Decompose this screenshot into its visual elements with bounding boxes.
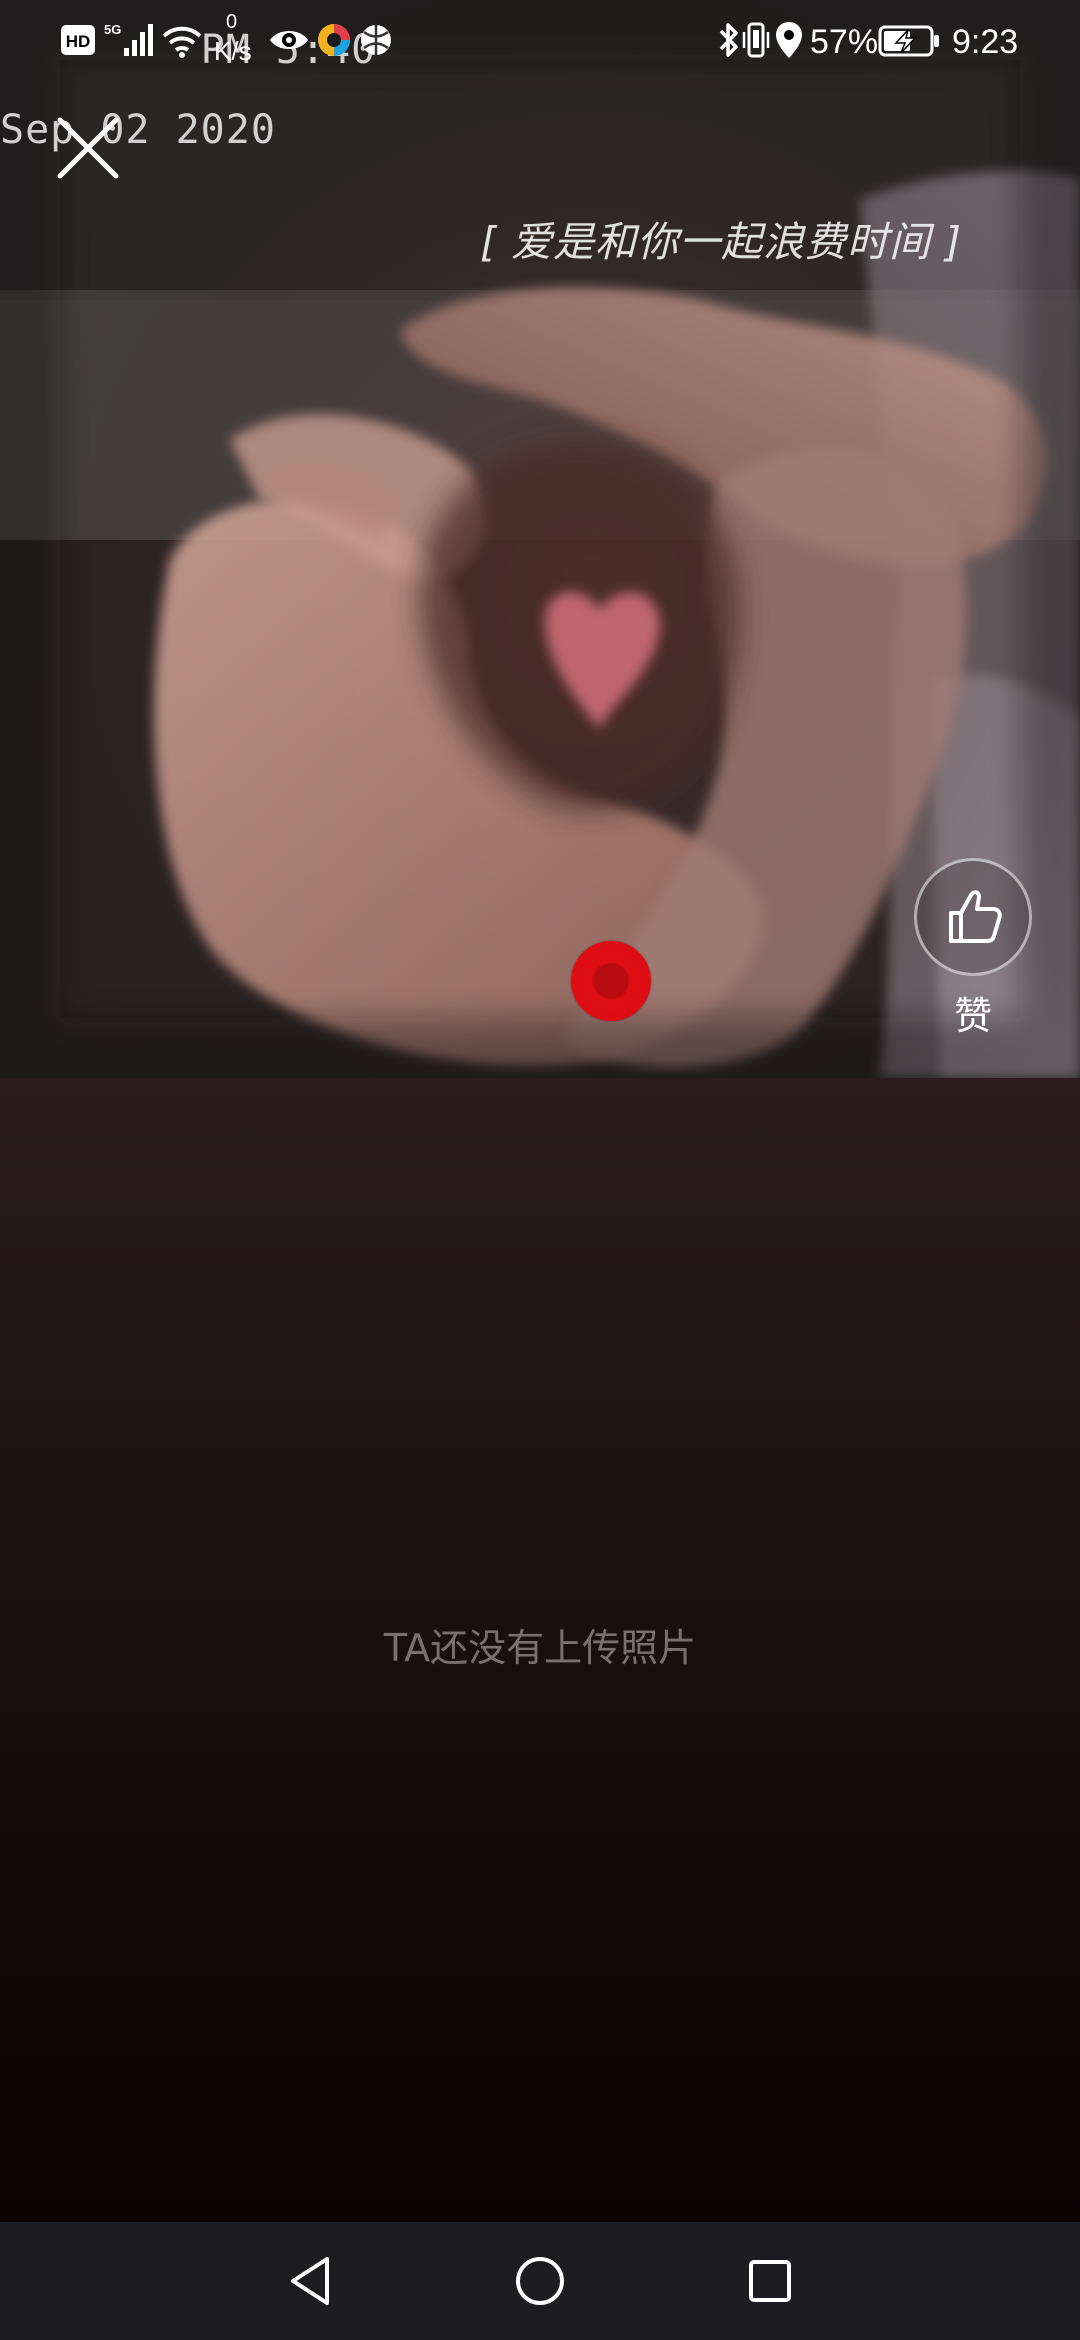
photo-caption: [ 爱是和你一起浪费时间 ] (480, 218, 963, 266)
bluetooth-icon (719, 23, 738, 57)
svg-text:HD: HD (66, 32, 91, 51)
eye-icon (270, 31, 308, 49)
5g-signal-icon: 5G (104, 22, 153, 56)
status-bar: PM 5:40 Sep 02 2020 HD 5G 0 K/s 57% 9:23 (0, 0, 1080, 150)
close-icon (57, 117, 119, 179)
close-button[interactable] (52, 112, 124, 184)
back-triangle-icon (291, 2257, 329, 2305)
photo-viewer-screen: PM 5:40 Sep 02 2020 HD 5G 0 K/s 57% 9:23… (0, 0, 1080, 2340)
home-circle-icon (516, 2257, 564, 2305)
color-app-icon (318, 24, 350, 56)
hd-icon: HD (61, 25, 95, 55)
wifi-icon (162, 26, 202, 58)
clock-time: 9:23 (952, 23, 1019, 61)
recents-square-icon (749, 2260, 791, 2302)
thumbs-up-icon (949, 890, 1002, 943)
battery-percent: 57% (810, 23, 879, 61)
home-button[interactable] (460, 2222, 620, 2340)
location-icon (776, 22, 802, 58)
svg-text:5G: 5G (104, 22, 121, 37)
net-speed-unit: K/s (214, 36, 252, 66)
like-label: 赞 (953, 994, 992, 1038)
vibrate-icon (742, 22, 770, 58)
record-indicator[interactable] (571, 941, 651, 1021)
battery-charging-icon (878, 25, 939, 57)
back-button[interactable] (230, 2222, 390, 2340)
system-navigation-bar (0, 2222, 1080, 2340)
like-button[interactable] (914, 858, 1032, 976)
net-speed-value: 0 (226, 11, 238, 33)
recents-button[interactable] (690, 2222, 850, 2340)
no-photos-message: TA还没有上传照片 (383, 1626, 697, 1670)
ball-app-icon (361, 25, 391, 55)
hand-heart-photo: PM 5:40 Sep 02 2020 HD 5G 0 K/s 57% 9:23… (0, 0, 1080, 1078)
